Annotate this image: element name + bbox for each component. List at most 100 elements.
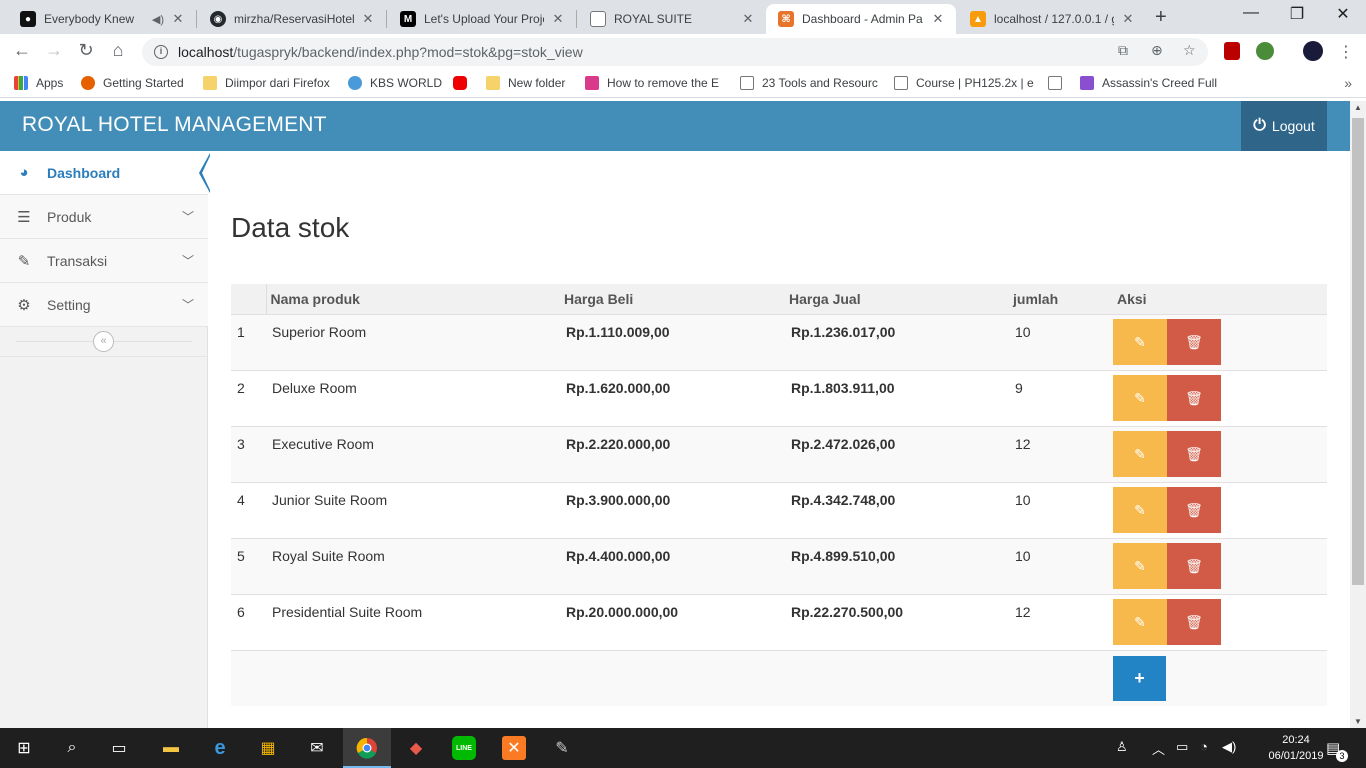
scroll-down-icon[interactable]: ▼ <box>1354 717 1362 726</box>
globe-extension-icon[interactable] <box>1256 42 1274 60</box>
add-stock-button[interactable]: + <box>1113 655 1166 701</box>
mail-icon[interactable]: ✉ <box>305 736 329 760</box>
maximize-button[interactable]: ❐ <box>1274 4 1320 24</box>
sidebar-item-setting[interactable]: ⚙ Setting ﹀ <box>0 283 208 327</box>
sidebar-item-transaksi[interactable]: ✎ Transaksi ﹀ <box>0 239 208 283</box>
volume-icon[interactable]: ◀) <box>1222 739 1236 755</box>
sidebar-item-label: Produk <box>47 208 92 225</box>
trash-icon: 🗑 <box>1185 445 1203 462</box>
bookmark-diimpor[interactable]: Diimpor dari Firefox <box>203 76 330 90</box>
bookmark-kbs-world[interactable]: KBS WORLD <box>348 76 442 90</box>
scrollbar-thumb[interactable] <box>1352 118 1364 585</box>
edit-button[interactable]: ✎ <box>1113 430 1167 477</box>
more-bookmarks-icon[interactable]: » <box>1344 75 1352 91</box>
delete-button[interactable]: 🗑 <box>1167 486 1221 533</box>
tab-title: localhost / 127.0.0.1 / g <box>994 12 1114 26</box>
sidebar-item-dashboard[interactable]: ◕ Dashboard <box>0 151 208 195</box>
edit-button[interactable]: ✎ <box>1113 374 1167 421</box>
close-window-button[interactable]: ✕ <box>1320 4 1366 24</box>
delete-button[interactable]: 🗑 <box>1167 430 1221 477</box>
browser-tab-1[interactable]: ◉ mirzha/ReservasiHotel ✕ <box>198 4 386 34</box>
bookmark-how-to-remove[interactable]: How to remove the E <box>585 76 719 90</box>
speaker-icon[interactable]: ◀) <box>152 13 164 26</box>
paint-icon[interactable]: ✎ <box>550 736 574 760</box>
bookmark-star-icon[interactable]: ☆ <box>1183 42 1196 59</box>
browser-tab-4[interactable]: ⌘ Dashboard - Admin Pa ✕ <box>766 4 956 34</box>
bookmark-course[interactable]: Course | PH125.2x | e <box>894 76 1034 90</box>
notification-count-badge: 3 <box>1336 750 1348 762</box>
battery-icon[interactable]: ▭ <box>1176 739 1188 755</box>
reload-icon[interactable]: ↻ <box>74 40 98 61</box>
info-icon[interactable]: i <box>154 45 168 59</box>
bookmark-23-tools[interactable]: 23 Tools and Resourc <box>740 76 878 90</box>
xampp-icon[interactable]: ✕ <box>502 736 526 760</box>
chrome-icon[interactable] <box>355 736 379 760</box>
brand-title[interactable]: ROYAL HOTEL MANAGEMENT <box>22 113 327 137</box>
scroll-up-icon[interactable]: ▲ <box>1354 103 1362 112</box>
sidebar-item-produk[interactable]: ☰ Produk ﹀ <box>0 195 208 239</box>
close-icon[interactable]: ✕ <box>170 11 186 27</box>
browser-tab-strip: ● Everybody Knew ◀) ✕ ◉ mirzha/Reservasi… <box>0 0 1366 34</box>
logout-button[interactable]: ⏻ Logout <box>1241 101 1327 151</box>
browser-tab-3[interactable]: ROYAL SUITE ✕ <box>578 4 766 34</box>
windows-start-icon[interactable]: ⊞ <box>12 736 36 760</box>
shield-extension-icon[interactable] <box>1224 42 1240 60</box>
file-explorer-icon[interactable]: ▬ <box>159 736 183 760</box>
home-icon[interactable]: ⌂ <box>106 40 130 61</box>
close-icon[interactable]: ✕ <box>360 11 376 27</box>
table-row: 5 Royal Suite Room Rp.4.400.000,00 Rp.4.… <box>231 537 1327 594</box>
delete-button[interactable]: 🗑 <box>1167 318 1221 365</box>
git-icon[interactable]: ◆ <box>404 736 428 760</box>
bookmark-apps[interactable]: Apps <box>14 76 63 90</box>
bookmark-new-folder[interactable]: New folder <box>486 76 565 90</box>
bookmark-getting-started[interactable]: Getting Started <box>81 76 184 90</box>
bookmark-youtube[interactable] <box>453 76 475 90</box>
people-icon[interactable]: ♙ <box>1116 739 1128 755</box>
bookmark-assassins-creed[interactable]: Assassin's Creed Full <box>1080 76 1217 90</box>
close-icon[interactable]: ✕ <box>550 11 566 27</box>
edit-button[interactable]: ✎ <box>1113 598 1167 645</box>
top-navbar: ROYAL HOTEL MANAGEMENT ⏻ Logout <box>0 101 1350 151</box>
wifi-icon[interactable]: ◔ <box>1200 739 1208 754</box>
search-icon[interactable]: ⌕ <box>60 736 84 760</box>
close-icon[interactable]: ✕ <box>930 11 946 27</box>
translate-icon[interactable]: ⧉ <box>1118 42 1128 59</box>
browser-tab-0[interactable]: ● Everybody Knew ◀) ✕ <box>8 4 196 34</box>
store-icon[interactable]: ▦ <box>256 736 280 760</box>
page-scrollbar[interactable]: ▲ ▼ <box>1350 101 1366 728</box>
product-name: Deluxe Room <box>266 369 560 426</box>
address-bar[interactable]: i localhost/tugaspryk/backend/index.php?… <box>142 38 1208 66</box>
zoom-icon[interactable]: ⊕ <box>1151 42 1163 59</box>
browser-tab-2[interactable]: M Let's Upload Your Proje ✕ <box>388 4 576 34</box>
tab-separator <box>576 10 577 28</box>
admin-app: ROYAL HOTEL MANAGEMENT ⏻ Logout ◕ Dashbo… <box>0 101 1350 728</box>
close-icon[interactable]: ✕ <box>1120 11 1136 27</box>
edit-button[interactable]: ✎ <box>1113 486 1167 533</box>
edit-button[interactable]: ✎ <box>1113 318 1167 365</box>
task-view-icon[interactable]: ▭ <box>107 736 131 760</box>
new-tab-button[interactable]: + <box>1155 6 1167 29</box>
delete-button[interactable]: 🗑 <box>1167 374 1221 421</box>
product-name: Executive Room <box>266 425 560 482</box>
edit-button[interactable]: ✎ <box>1113 542 1167 589</box>
menu-icon[interactable]: ⋮ <box>1338 42 1354 62</box>
line-app-icon[interactable]: LINE <box>452 736 476 760</box>
close-icon[interactable]: ✕ <box>740 11 756 27</box>
chevron-up-icon[interactable]: ︿ <box>1152 739 1165 758</box>
delete-button[interactable]: 🗑 <box>1167 598 1221 645</box>
collapse-sidebar-button[interactable]: « <box>93 331 114 352</box>
bookmark-page[interactable] <box>1048 76 1070 90</box>
pencil-icon: ✎ <box>1134 613 1146 630</box>
actions-cell: ✎ 🗑 <box>1113 593 1327 650</box>
minimize-button[interactable]: — <box>1228 4 1274 22</box>
selling-price: Rp.22.270.500,00 <box>785 593 1009 650</box>
back-arrow-icon[interactable]: ← <box>10 40 34 61</box>
delete-button[interactable]: 🗑 <box>1167 542 1221 589</box>
forward-arrow-icon[interactable]: → <box>42 40 66 61</box>
column-header: Nama produk <box>266 284 560 315</box>
edge-icon[interactable]: e <box>208 736 232 760</box>
browser-tab-5[interactable]: ▲ localhost / 127.0.0.1 / g ✕ <box>958 4 1146 34</box>
active-indicator <box>199 153 210 193</box>
taskbar-clock[interactable]: 20:24 06/01/2019 <box>1268 732 1324 764</box>
avatar[interactable] <box>1303 41 1323 61</box>
